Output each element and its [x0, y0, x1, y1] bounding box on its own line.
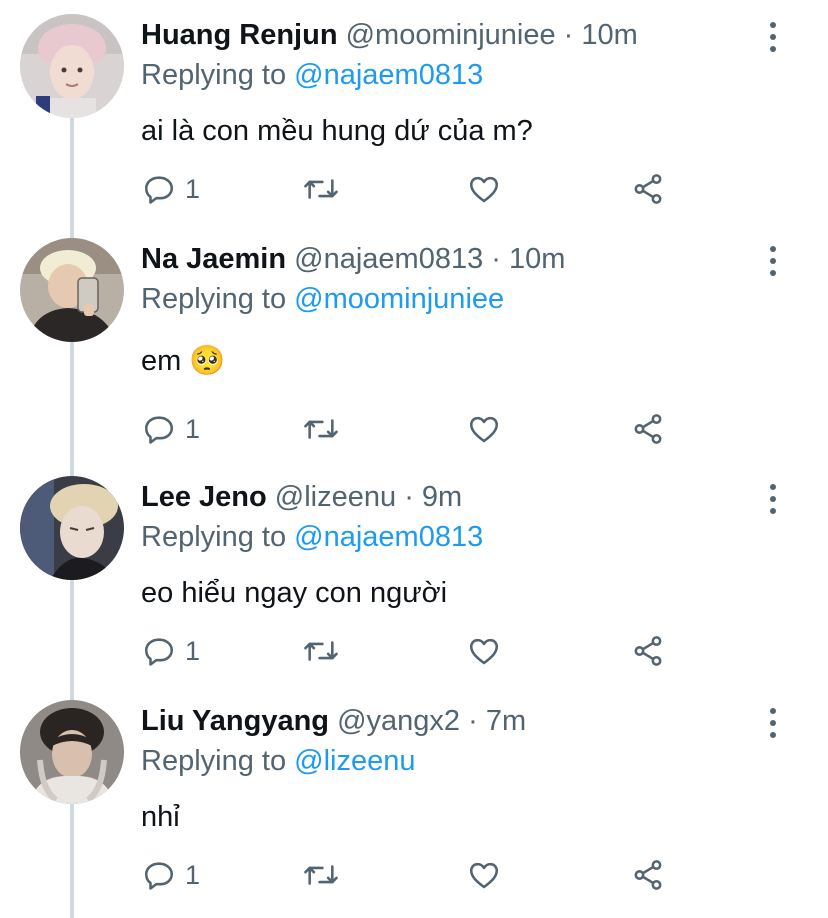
retweet-button[interactable]	[302, 632, 340, 670]
share-button[interactable]	[630, 632, 666, 670]
replying-prefix: Replying to	[141, 59, 287, 91]
like-button[interactable]	[466, 410, 502, 448]
tweet-header: Huang Renjun @moominjuniee · 10m	[141, 16, 638, 54]
tweet-text: nhỉ	[141, 798, 180, 836]
display-name[interactable]: Lee Jeno	[141, 481, 267, 513]
tweet-text-content: eo hiểu ngay con người	[141, 577, 448, 609]
share-button[interactable]	[630, 170, 666, 208]
tweet-text-content: nhỉ	[141, 801, 180, 833]
timestamp[interactable]: 10m	[581, 19, 637, 51]
reply-icon	[144, 176, 174, 204]
replying-to-line: Replying to @najaem0813	[141, 56, 483, 94]
reply-count: 1	[185, 173, 201, 204]
reply-button[interactable]: 1	[142, 632, 200, 670]
replying-to-line: Replying to @lizeenu	[141, 742, 416, 780]
avatar[interactable]	[20, 14, 124, 118]
user-handle[interactable]: @lizeenu	[275, 481, 396, 513]
tweet-text: eo hiểu ngay con người	[141, 574, 447, 612]
share-button[interactable]	[630, 856, 666, 894]
share-icon	[634, 860, 662, 890]
reply-button[interactable]: 1	[142, 410, 200, 448]
retweet-icon	[304, 179, 338, 199]
replying-prefix: Replying to	[141, 521, 287, 553]
share-icon	[634, 636, 662, 666]
tweet-actions: 1	[0, 856, 828, 894]
user-handle[interactable]: @moominjuniee	[346, 19, 556, 51]
reply-count: 1	[185, 635, 201, 666]
more-options-icon[interactable]	[762, 484, 784, 514]
user-handle[interactable]: @najaem0813	[294, 243, 483, 275]
user-handle[interactable]: @yangx2	[337, 705, 460, 737]
avatar[interactable]	[20, 700, 124, 804]
tweet-header: Na Jaemin @najaem0813 · 10m	[141, 240, 565, 278]
tweet-text: ai là con mều hung dứ của m?	[141, 112, 533, 150]
like-icon	[469, 638, 499, 665]
replying-to-mention[interactable]: @lizeenu	[294, 745, 415, 777]
display-name[interactable]: Huang Renjun	[141, 19, 338, 51]
reply-button[interactable]: 1	[142, 856, 200, 894]
timestamp[interactable]: 7m	[486, 705, 526, 737]
tweet-text-content: em	[141, 345, 182, 377]
like-button[interactable]	[466, 170, 502, 208]
separator-dot: ·	[563, 19, 574, 51]
more-options-icon[interactable]	[762, 246, 784, 276]
separator-dot: ·	[491, 243, 501, 275]
tweet-actions: 1	[0, 170, 828, 208]
like-icon	[469, 176, 499, 203]
like-icon	[469, 862, 499, 889]
tweet-text: em 🥺	[141, 342, 225, 380]
replying-prefix: Replying to	[141, 283, 287, 315]
retweet-icon	[304, 419, 338, 439]
retweet-button[interactable]	[302, 856, 340, 894]
reply-count: 1	[185, 859, 201, 890]
like-button[interactable]	[466, 632, 502, 670]
share-icon	[634, 414, 662, 444]
separator-dot: ·	[404, 481, 414, 513]
retweet-button[interactable]	[302, 170, 340, 208]
more-options-icon[interactable]	[762, 22, 784, 52]
replying-to-mention[interactable]: @najaem0813	[294, 59, 483, 91]
retweet-icon	[304, 865, 338, 885]
replying-to-line: Replying to @moominjuniee	[141, 280, 504, 318]
tweet-actions: 1	[0, 410, 828, 448]
like-icon	[469, 416, 499, 443]
reply-icon	[144, 416, 174, 444]
like-button[interactable]	[466, 856, 502, 894]
timestamp[interactable]: 10m	[509, 243, 565, 275]
tweet-actions: 1	[0, 632, 828, 670]
replying-prefix: Replying to	[141, 745, 287, 777]
separator-dot: ·	[468, 705, 478, 737]
retweet-button[interactable]	[302, 410, 340, 448]
retweet-icon	[304, 641, 338, 661]
reply-button[interactable]: 1	[142, 170, 200, 208]
tweet-header: Lee Jeno @lizeenu · 9m	[141, 478, 462, 516]
timestamp[interactable]: 9m	[422, 481, 462, 513]
more-options-icon[interactable]	[762, 708, 784, 738]
reply-icon	[144, 638, 174, 666]
reply-icon	[144, 862, 174, 890]
display-name[interactable]: Na Jaemin	[141, 243, 286, 275]
replying-to-line: Replying to @najaem0813	[141, 518, 483, 556]
avatar[interactable]	[20, 476, 124, 580]
display-name[interactable]: Liu Yangyang	[141, 705, 329, 737]
replying-to-mention[interactable]: @moominjuniee	[294, 283, 504, 315]
pleading-face-emoji: 🥺	[189, 345, 226, 377]
replying-to-mention[interactable]: @najaem0813	[294, 521, 483, 553]
share-button[interactable]	[630, 410, 666, 448]
share-icon	[634, 174, 662, 204]
tweet-text-content: ai là con mều hung dứ của m?	[141, 115, 533, 147]
avatar[interactable]	[20, 238, 124, 342]
tweet-header: Liu Yangyang @yangx2 · 7m	[141, 702, 526, 740]
reply-count: 1	[185, 413, 201, 444]
